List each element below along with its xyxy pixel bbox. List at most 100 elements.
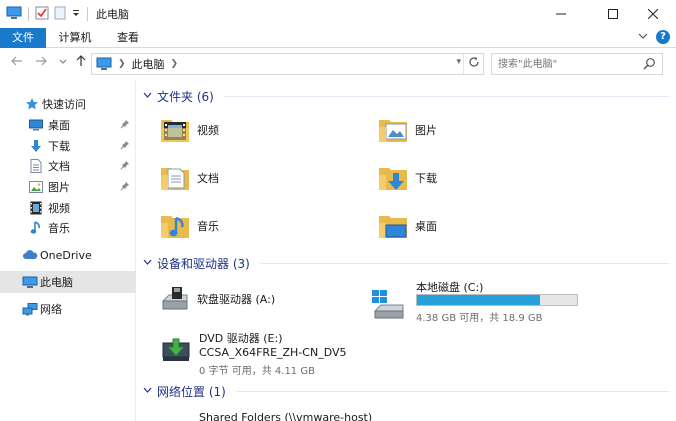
folder-item-videos[interactable]: 视频 bbox=[159, 114, 219, 146]
minimize-button[interactable] bbox=[538, 0, 584, 28]
sidebar-item-downloads[interactable]: 下载 bbox=[0, 135, 136, 157]
document-icon bbox=[28, 158, 44, 174]
address-bar[interactable]: ❯ 此电脑 ❯ ▾ bbox=[91, 53, 484, 75]
chevron-down-icon bbox=[59, 59, 67, 64]
sidebar-item-label: 桌面 bbox=[48, 119, 70, 132]
properties-icon[interactable] bbox=[35, 6, 49, 23]
sidebar-item-label: 图片 bbox=[48, 181, 70, 194]
help-button[interactable]: ? bbox=[656, 30, 670, 44]
folder-name: 文档 bbox=[197, 172, 219, 185]
window-title: 此电脑 bbox=[96, 8, 129, 21]
drive-name: DVD 驱动器 (E:) bbox=[199, 332, 283, 345]
download-folder-icon bbox=[379, 168, 407, 190]
new-folder-icon[interactable] bbox=[53, 6, 67, 23]
navigation-pane: 快速访问 桌面 下载 文档 图片 视频 音乐 OneDrive 此电脑 网络 bbox=[0, 80, 136, 421]
folder-item-desktop[interactable]: 桌面 bbox=[377, 210, 437, 242]
search-icon[interactable] bbox=[643, 57, 656, 73]
video-icon bbox=[28, 200, 44, 216]
group-header-devices[interactable]: 设备和驱动器 (3) bbox=[143, 255, 669, 272]
refresh-icon bbox=[468, 56, 479, 67]
divider bbox=[223, 96, 669, 97]
music-folder-icon bbox=[161, 216, 189, 238]
tab-computer[interactable]: 计算机 bbox=[52, 28, 98, 48]
picture-icon bbox=[28, 179, 44, 195]
drive-free-space: 4.38 GB 可用，共 18.9 GB bbox=[416, 313, 543, 324]
arrow-up-icon bbox=[76, 55, 86, 66]
sidebar-item-network[interactable]: 网络 bbox=[0, 298, 136, 320]
download-icon bbox=[28, 138, 44, 154]
sidebar-item-videos[interactable]: 视频 bbox=[0, 197, 136, 219]
refresh-button[interactable] bbox=[463, 54, 483, 74]
recent-locations-button[interactable] bbox=[56, 55, 70, 69]
group-header-network[interactable]: 网络位置 (1) bbox=[143, 383, 669, 400]
picture-folder-icon bbox=[379, 120, 407, 142]
pin-icon[interactable] bbox=[120, 119, 130, 132]
sidebar-item-label: 此电脑 bbox=[40, 276, 73, 289]
group-header-label: 网络位置 (1) bbox=[157, 385, 226, 399]
back-button[interactable] bbox=[10, 55, 24, 70]
desktop-icon bbox=[28, 117, 44, 133]
divider bbox=[259, 263, 669, 264]
chevron-down-icon[interactable] bbox=[143, 92, 153, 101]
pin-icon[interactable] bbox=[120, 181, 130, 194]
pin-icon[interactable] bbox=[120, 160, 130, 173]
sidebar-item-documents[interactable]: 文档 bbox=[0, 155, 136, 177]
pin-icon[interactable] bbox=[120, 140, 130, 153]
music-icon bbox=[28, 220, 44, 236]
sidebar-item-label: 快速访问 bbox=[42, 98, 86, 111]
address-dropdown-icon[interactable]: ▾ bbox=[456, 57, 461, 67]
divider bbox=[28, 7, 29, 21]
sidebar-item-quick-access[interactable]: 快速访问 bbox=[0, 93, 136, 115]
minimize-icon bbox=[556, 13, 566, 15]
folder-name: 图片 bbox=[415, 124, 437, 137]
breadcrumb-separator-icon[interactable]: ❯ bbox=[171, 59, 179, 69]
title-bar: 此电脑 bbox=[0, 0, 676, 28]
disk-usage-bar bbox=[416, 294, 578, 306]
cloud-icon bbox=[22, 247, 38, 263]
drive-free-space: 0 字节 可用，共 4.11 GB bbox=[199, 366, 315, 377]
drive-item-floppy[interactable]: 软盘驱动器 (A:) bbox=[159, 283, 275, 315]
group-header-label: 文件夹 (6) bbox=[157, 90, 214, 104]
sidebar-item-this-pc[interactable]: 此电脑 bbox=[0, 271, 136, 293]
expand-ribbon-button[interactable] bbox=[638, 31, 648, 44]
address-row: ❯ 此电脑 ❯ ▾ bbox=[0, 49, 676, 79]
sidebar-item-label: 音乐 bbox=[48, 222, 70, 235]
folder-item-downloads[interactable]: 下载 bbox=[377, 162, 437, 194]
folder-item-documents[interactable]: 文档 bbox=[159, 162, 219, 194]
chevron-down-icon[interactable] bbox=[143, 387, 153, 396]
folder-item-music[interactable]: 音乐 bbox=[159, 210, 219, 242]
search-box[interactable] bbox=[491, 53, 663, 75]
chevron-down-icon[interactable] bbox=[143, 259, 153, 268]
folder-name: 视频 bbox=[197, 124, 219, 137]
disk-usage-fill bbox=[417, 295, 540, 305]
customize-dropdown-icon[interactable] bbox=[71, 8, 81, 21]
arrow-left-icon bbox=[11, 56, 22, 66]
sidebar-item-pictures[interactable]: 图片 bbox=[0, 176, 136, 198]
sidebar-item-label: 视频 bbox=[48, 202, 70, 215]
close-button[interactable] bbox=[630, 0, 676, 28]
search-input[interactable] bbox=[492, 54, 632, 74]
forward-button[interactable] bbox=[34, 55, 48, 70]
desktop-folder-icon bbox=[379, 216, 407, 238]
tab-view[interactable]: 查看 bbox=[108, 28, 148, 48]
network-icon bbox=[22, 301, 38, 317]
drive-name: 本地磁盘 (C:) bbox=[416, 281, 484, 294]
folder-item-pictures[interactable]: 图片 bbox=[377, 114, 437, 146]
folder-name: 下载 bbox=[415, 172, 437, 185]
star-icon bbox=[24, 96, 40, 112]
breadcrumb-this-pc[interactable]: 此电脑 bbox=[132, 56, 165, 72]
group-header-folders[interactable]: 文件夹 (6) bbox=[143, 88, 669, 105]
sidebar-item-desktop[interactable]: 桌面 bbox=[0, 114, 136, 136]
computer-icon[interactable] bbox=[6, 6, 22, 23]
drive-name: 软盘驱动器 (A:) bbox=[197, 293, 276, 306]
file-view: 文件夹 (6) 视频 图片 文档 下载 音乐 桌面 设备和驱动器 (3) 软盘驱… bbox=[137, 80, 676, 421]
group-header-label: 设备和驱动器 (3) bbox=[157, 257, 250, 271]
breadcrumb-separator-icon[interactable]: ❯ bbox=[118, 59, 126, 69]
up-button[interactable] bbox=[74, 55, 88, 70]
sidebar-item-onedrive[interactable]: OneDrive bbox=[0, 244, 136, 266]
tab-file[interactable]: 文件 bbox=[0, 28, 46, 48]
sidebar-item-music[interactable]: 音乐 bbox=[0, 217, 136, 239]
computer-icon bbox=[96, 57, 112, 70]
computer-icon bbox=[22, 274, 38, 290]
sidebar-item-label: 文档 bbox=[48, 160, 70, 173]
